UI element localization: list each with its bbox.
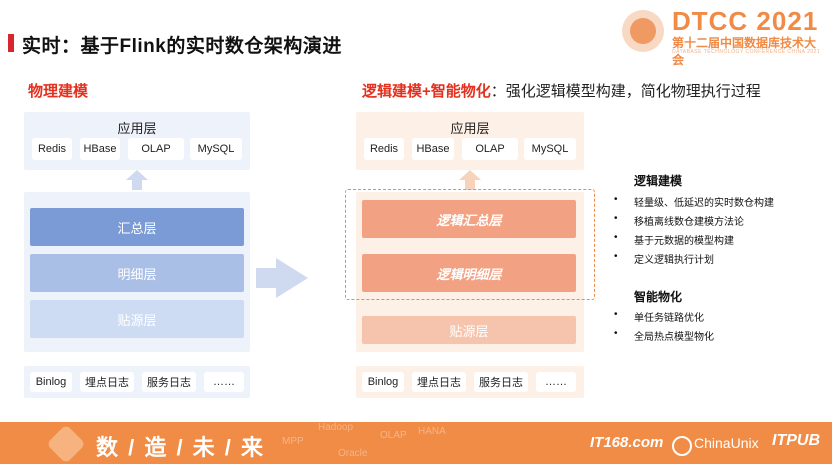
left-app-redis: Redis	[32, 138, 72, 160]
left-app-hbase: HBase	[80, 138, 120, 160]
left-source-service-log: 服务日志	[142, 372, 196, 392]
bullet-icon: •	[614, 194, 618, 205]
logo-main-text: DTCC 2021	[672, 6, 819, 36]
left-app-layer-label: 应用层	[117, 121, 157, 136]
right-source-binlog: Binlog	[362, 372, 404, 392]
right-app-mysql: MySQL	[524, 138, 576, 160]
logical-layers-dashed-frame	[345, 189, 595, 300]
logic-item: 定义逻辑执行计划	[634, 255, 714, 266]
slide-title: 实时：基于Flink的实时数仓架构演进	[22, 36, 342, 57]
logo-emblem-inner-icon	[630, 18, 656, 44]
smart-materialization-heading: 智能物化	[634, 290, 683, 304]
left-source-more: ……	[204, 372, 244, 392]
logic-item: 基于元数据的模型构建	[634, 236, 734, 247]
slogan-emblem-icon	[46, 424, 86, 464]
left-detail-layer: 明细层	[30, 254, 244, 292]
watermark-hana: HANA	[418, 426, 446, 437]
left-layers-panel: 汇总层 明细层 贴源层	[24, 192, 250, 352]
right-app-layer-panel: 应用层 Redis HBase OLAP MySQL	[356, 112, 584, 170]
brand-itpub: ITPUB	[772, 432, 820, 449]
left-heading: 物理建模	[28, 83, 89, 100]
logo-en-text: DATABASE TECHNOLOGY CONFERENCE CHINA 202…	[672, 49, 821, 55]
logic-modeling-heading: 逻辑建模	[634, 174, 683, 188]
left-source-tracking-log: 埋点日志	[80, 372, 134, 392]
right-app-layer-label: 应用层	[450, 121, 490, 136]
transition-arrow-stem	[256, 268, 278, 288]
right-source-tracking-log: 埋点日志	[412, 372, 466, 392]
left-app-mysql: MySQL	[190, 138, 242, 160]
right-source-layer: 贴源层	[362, 316, 576, 344]
right-sources-panel: Binlog 埋点日志 服务日志 ……	[356, 366, 584, 398]
bullet-icon: •	[614, 232, 618, 243]
brand-it168: IT168.com	[590, 434, 664, 451]
footer-bar: 数 / 造 / 未 / 来 Hadoop OLAP HANA Oracle MP…	[0, 422, 832, 464]
left-source-binlog: Binlog	[30, 372, 72, 392]
materialization-item: 单任务链路优化	[634, 313, 704, 324]
bullet-icon: •	[614, 213, 618, 224]
left-source-layer: 贴源层	[30, 300, 244, 338]
right-heading: 逻辑建模+智能物化：强化逻辑模型构建，简化物理执行过程	[362, 80, 761, 101]
left-summary-layer: 汇总层	[30, 208, 244, 246]
right-heading-highlight: 逻辑建模+智能物化	[362, 83, 491, 100]
watermark-mpp: MPP	[282, 436, 304, 447]
title-accent-bar	[8, 34, 14, 52]
right-app-hbase: HBase	[412, 138, 454, 160]
right-source-more: ……	[536, 372, 576, 392]
right-source-service-log: 服务日志	[474, 372, 528, 392]
right-app-olap: OLAP	[462, 138, 518, 160]
watermark-oracle: Oracle	[338, 448, 368, 459]
transition-arrow-icon	[276, 258, 308, 298]
left-up-arrow-stem	[132, 180, 142, 190]
brand-chinaunix: ChinaUnix	[694, 435, 759, 451]
left-app-layer-panel: 应用层 Redis HBase OLAP MySQL	[24, 112, 250, 170]
left-sources-panel: Binlog 埋点日志 服务日志 ……	[24, 366, 250, 398]
left-up-arrow-icon	[126, 170, 148, 180]
dtcc-logo: DTCC 2021 第十二届中国数据库技术大会 DATABASE TECHNOL…	[622, 4, 827, 67]
right-up-arrow-icon	[459, 170, 481, 180]
watermark-hadoop: Hadoop	[318, 422, 354, 433]
right-heading-text: ：强化逻辑模型构建，简化物理执行过程	[490, 83, 761, 100]
materialization-item: 全局热点模型物化	[634, 332, 714, 343]
watermark-olap: OLAP	[380, 430, 407, 441]
bullet-icon: •	[614, 309, 618, 320]
logic-item: 轻量级、低延迟的实时数仓构建	[634, 198, 774, 209]
chinaunix-logo-icon	[672, 436, 692, 456]
logic-item: 移植离线数仓建模方法论	[634, 217, 744, 228]
bullet-icon: •	[614, 251, 618, 262]
footer-slogan: 数 / 造 / 未 / 来	[96, 435, 266, 460]
right-app-redis: Redis	[364, 138, 404, 160]
bullet-icon: •	[614, 328, 618, 339]
left-app-olap: OLAP	[128, 138, 184, 160]
